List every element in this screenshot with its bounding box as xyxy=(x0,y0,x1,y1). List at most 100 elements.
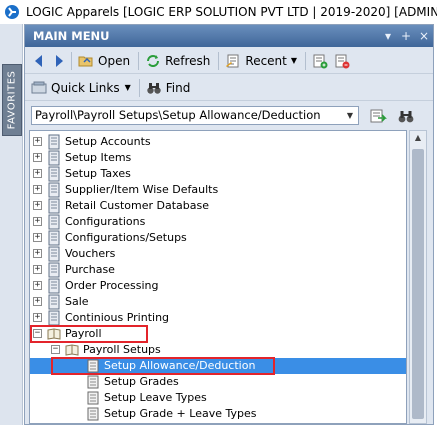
tree-item[interactable]: + Setup Items xyxy=(30,150,406,166)
tree-item[interactable]: + Setup Taxes xyxy=(30,166,406,182)
chevron-down-icon[interactable]: ▼ xyxy=(344,107,356,124)
favorites-tab[interactable]: FAVORITES xyxy=(2,64,22,136)
toolbar-separator xyxy=(71,51,72,70)
menu-book-icon xyxy=(48,182,60,198)
expand-icon[interactable]: + xyxy=(33,185,42,194)
expand-icon[interactable]: + xyxy=(33,313,42,322)
menu-path-value: Payroll\Payroll Setups\Setup Allowance/D… xyxy=(35,108,321,122)
forward-arrow-icon[interactable] xyxy=(51,53,67,69)
open-label: Open xyxy=(98,53,131,68)
tree-item[interactable]: + Retail Customer Database xyxy=(30,198,406,214)
panel-dropdown-icon[interactable]: ▾ xyxy=(379,29,397,43)
tree-item[interactable]: + Vouchers xyxy=(30,246,406,262)
recent-label: Recent xyxy=(245,53,287,68)
tree-item-label: Order Processing xyxy=(65,279,159,292)
quick-links-button[interactable]: Quick Links ▼ xyxy=(31,80,131,96)
tree-item[interactable]: − Payroll Setups xyxy=(30,342,406,358)
scroll-up-icon[interactable]: ▲ xyxy=(410,131,426,145)
panel-close-icon[interactable]: × xyxy=(415,29,433,43)
tree-item-label: Setup Taxes xyxy=(65,167,131,180)
add-favorite-icon[interactable] xyxy=(312,53,328,69)
quick-links-icon xyxy=(31,81,47,93)
menu-book-icon xyxy=(48,166,60,182)
app-logo-icon xyxy=(5,5,19,19)
open-button[interactable]: Open xyxy=(78,53,130,69)
expand-icon[interactable]: + xyxy=(33,217,42,226)
tree-item[interactable]: + Order Processing xyxy=(30,278,406,294)
binoculars-icon xyxy=(147,82,161,94)
tree-item-label: Continious Printing xyxy=(65,311,170,324)
toolbar-separator xyxy=(218,51,220,70)
tree-item-label: Supplier/Item Wise Defaults xyxy=(65,183,219,196)
refresh-icon xyxy=(147,54,160,67)
menu-book-icon xyxy=(48,134,60,150)
expand-icon[interactable]: + xyxy=(33,281,42,290)
chevron-down-icon: ▼ xyxy=(124,83,131,92)
form-icon xyxy=(87,359,99,373)
open-book-icon xyxy=(65,344,79,356)
recent-button[interactable]: Recent ▼ xyxy=(225,53,297,69)
tree-item-label: Setup Accounts xyxy=(65,135,151,148)
collapse-icon[interactable]: − xyxy=(33,329,42,338)
menu-book-icon xyxy=(48,230,60,246)
recent-documents-icon xyxy=(226,54,239,67)
form-icon xyxy=(87,375,99,389)
open-book-icon xyxy=(47,328,61,340)
window-title: LOGIC Apparels [LOGIC ERP SOLUTION PVT L… xyxy=(26,5,437,19)
tree-item-label: Configurations/Setups xyxy=(65,231,187,244)
scrollbar-thumb[interactable] xyxy=(412,149,424,419)
tree-item-label: Payroll xyxy=(65,327,102,340)
tree-item-label: Vouchers xyxy=(65,247,116,260)
tree-item-label: Sale xyxy=(65,295,89,308)
expand-icon[interactable]: + xyxy=(33,201,42,210)
tree-item[interactable]: + Configurations/Setups xyxy=(30,230,406,246)
expand-icon[interactable]: + xyxy=(33,169,42,178)
back-arrow-icon[interactable] xyxy=(31,53,47,69)
expand-icon[interactable]: + xyxy=(33,233,42,242)
expand-icon[interactable]: + xyxy=(33,137,42,146)
binoculars-icon[interactable] xyxy=(397,107,415,125)
open-folder-icon xyxy=(78,56,93,66)
form-icon xyxy=(87,391,99,405)
expand-icon[interactable]: + xyxy=(33,249,42,258)
tree-item-selected[interactable]: Setup Allowance/Deduction xyxy=(30,358,406,374)
tree-item[interactable]: + Continious Printing xyxy=(30,310,406,326)
tree-item[interactable]: + Configurations xyxy=(30,214,406,230)
menu-path-select[interactable]: Payroll\Payroll Setups\Setup Allowance/D… xyxy=(31,106,359,125)
find-label: Find xyxy=(165,80,191,95)
toolbar-separator xyxy=(305,51,307,70)
tree-item[interactable]: + Sale xyxy=(30,294,406,310)
go-to-path-icon[interactable] xyxy=(369,107,387,125)
main-toolbar: Open Refresh Recent ▼ xyxy=(25,48,433,74)
expand-icon[interactable]: + xyxy=(33,265,42,274)
path-row: Payroll\Payroll Setups\Setup Allowance/D… xyxy=(25,103,433,129)
remove-favorite-icon[interactable] xyxy=(334,53,350,69)
tree-item-label: Payroll Setups xyxy=(83,343,161,356)
collapse-icon[interactable]: − xyxy=(51,345,60,354)
tree-item-label: Setup Grades xyxy=(104,375,179,388)
menu-book-icon xyxy=(48,310,60,326)
menu-book-icon xyxy=(48,198,60,214)
tree-item[interactable]: Setup Grade + Leave Types xyxy=(30,406,406,422)
quick-links-label: Quick Links xyxy=(51,80,120,95)
tree-item-label: Configurations xyxy=(65,215,146,228)
tree-item-label: Purchase xyxy=(65,263,115,276)
find-button[interactable]: Find xyxy=(146,80,191,96)
toolbar-separator xyxy=(138,51,140,70)
tree-item[interactable]: − Payroll xyxy=(30,326,406,342)
refresh-button[interactable]: Refresh xyxy=(145,53,210,69)
secondary-toolbar: Quick Links ▼ Find xyxy=(25,75,433,101)
favorites-strip: FAVORITES xyxy=(0,24,23,425)
tree-item[interactable]: + Supplier/Item Wise Defaults xyxy=(30,182,406,198)
tree-item[interactable]: Setup Grades xyxy=(30,374,406,390)
tree-item-label: Setup Items xyxy=(65,151,132,164)
window-titlebar: LOGIC Apparels [LOGIC ERP SOLUTION PVT L… xyxy=(0,0,437,24)
tree-item[interactable]: + Purchase xyxy=(30,262,406,278)
panel-pin-icon[interactable]: + xyxy=(397,29,415,43)
tree-vertical-scrollbar[interactable]: ▲ xyxy=(409,130,427,424)
expand-icon[interactable]: + xyxy=(33,153,42,162)
tree-item-label: Retail Customer Database xyxy=(65,199,209,212)
tree-item[interactable]: + Setup Accounts xyxy=(30,134,406,150)
expand-icon[interactable]: + xyxy=(33,297,42,306)
tree-item[interactable]: Setup Leave Types xyxy=(30,390,406,406)
